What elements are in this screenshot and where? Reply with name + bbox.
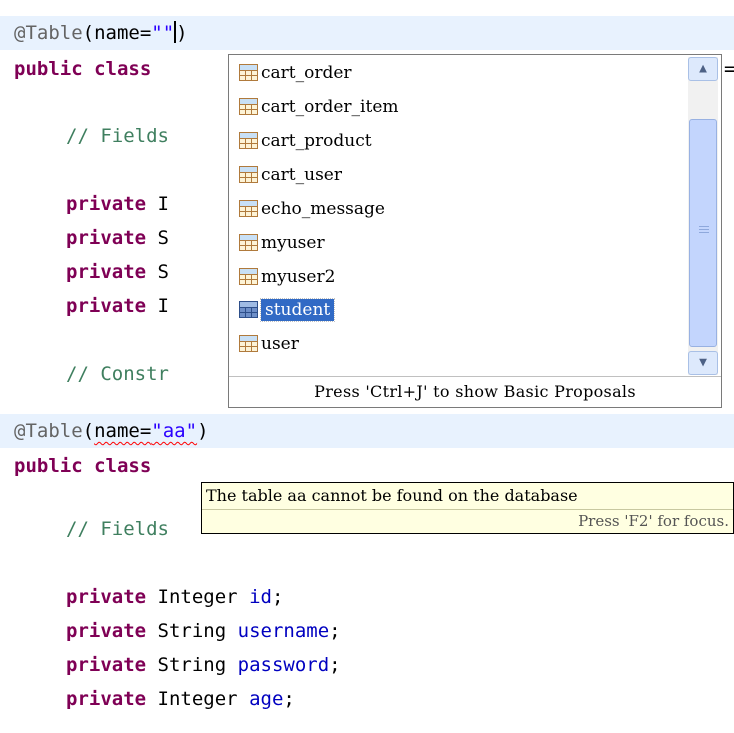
semicolon: ; xyxy=(329,620,341,642)
field-type: String xyxy=(157,620,227,642)
private-keyword: private xyxy=(66,227,147,249)
private-keyword: private xyxy=(66,620,147,642)
proposal-scrollbar[interactable]: ▲ ▼ xyxy=(688,57,718,375)
private-keyword: private xyxy=(66,261,147,283)
table-icon xyxy=(239,98,258,115)
scroll-up-button[interactable]: ▲ xyxy=(688,57,718,81)
annotation-keyword: @Table xyxy=(14,420,83,442)
table-icon xyxy=(239,132,258,149)
proposal-item[interactable]: echo_message xyxy=(239,194,385,224)
code-line-field-username[interactable]: private String username; xyxy=(0,614,734,648)
comment-fields: // Fields xyxy=(66,518,169,540)
proposal-item[interactable]: cart_product xyxy=(239,126,372,156)
code-line-field-id[interactable]: private Integer id; xyxy=(0,580,734,614)
error-tooltip[interactable]: The table aa cannot be found on the data… xyxy=(201,482,734,534)
table-icon xyxy=(239,200,258,217)
field-type: String xyxy=(157,654,227,676)
private-keyword: private xyxy=(66,586,147,608)
proposal-list[interactable]: cart_order cart_order_item cart_product … xyxy=(229,55,684,377)
content-assist-popup[interactable]: cart_order cart_order_item cart_product … xyxy=(228,54,722,408)
annotation-open: (name= xyxy=(82,22,152,44)
editor-panel-bottom[interactable]: @Table(name="aa") public class // Fields… xyxy=(0,412,734,733)
annotation-close: ) xyxy=(176,22,188,44)
proposal-item[interactable]: user xyxy=(239,329,299,359)
comment-constructors: // Constr xyxy=(66,363,169,385)
field-name: id xyxy=(249,586,272,608)
grip-icon xyxy=(699,226,709,234)
code-line-annotation[interactable]: @Table(name="") xyxy=(0,16,734,50)
field-name: password xyxy=(237,654,330,676)
annotation-value: "aa" xyxy=(151,420,198,442)
error-squiggle: name="aa" xyxy=(94,420,197,442)
code-line-field-age[interactable]: private Integer age; xyxy=(0,682,734,716)
code-line-field-password[interactable]: private String password; xyxy=(0,648,734,682)
field-name: username xyxy=(237,620,330,642)
proposal-item[interactable]: myuser2 xyxy=(239,262,335,292)
field-type-partial: I xyxy=(157,295,169,317)
table-icon xyxy=(239,234,258,251)
scroll-thumb[interactable] xyxy=(689,119,717,347)
table-icon xyxy=(239,301,258,318)
clipped-char: = xyxy=(724,58,734,80)
semicolon: ; xyxy=(283,688,295,710)
tooltip-focus-hint: Press 'F2' for focus. xyxy=(202,509,733,533)
class-keyword: public class xyxy=(14,58,152,80)
proposal-item[interactable]: cart_order_item xyxy=(239,92,399,122)
annotation-close: ) xyxy=(197,420,209,442)
proposal-item[interactable]: myuser xyxy=(239,228,325,258)
field-name: age xyxy=(249,688,284,710)
table-icon xyxy=(239,268,258,285)
private-keyword: private xyxy=(66,295,147,317)
table-icon xyxy=(239,166,258,183)
proposal-item[interactable]: cart_order xyxy=(239,58,352,88)
annotation-value: "" xyxy=(151,22,175,44)
comment-fields: // Fields xyxy=(66,125,169,147)
code-line-annotation[interactable]: @Table(name="aa") xyxy=(0,414,734,448)
private-keyword: private xyxy=(66,688,147,710)
chevron-up-icon: ▲ xyxy=(699,61,707,76)
semicolon: ; xyxy=(271,586,284,608)
field-type-partial: S xyxy=(157,227,169,249)
annotation-open: ( xyxy=(82,420,95,442)
table-icon xyxy=(239,335,258,352)
editor-panel-top[interactable]: @Table(name="") public class = // Fields … xyxy=(0,0,734,412)
proposal-item[interactable]: cart_user xyxy=(239,160,342,190)
table-icon xyxy=(239,64,258,81)
proposal-item-selected[interactable]: student xyxy=(239,295,336,325)
field-type: Integer xyxy=(157,586,238,608)
private-keyword: private xyxy=(66,654,147,676)
field-type-partial: I xyxy=(157,193,169,215)
annotation-attr: name= xyxy=(94,420,152,442)
field-type: Integer xyxy=(157,688,238,710)
code-line-class[interactable]: public class xyxy=(0,449,734,483)
scroll-down-button[interactable]: ▼ xyxy=(688,351,718,375)
popup-footer-hint[interactable]: Press 'Ctrl+J' to show Basic Proposals xyxy=(229,376,721,407)
annotation-keyword: @Table xyxy=(14,22,83,44)
field-type-partial: S xyxy=(157,261,169,283)
tooltip-message: The table aa cannot be found on the data… xyxy=(206,486,578,505)
private-keyword: private xyxy=(66,193,147,215)
chevron-down-icon: ▼ xyxy=(699,355,707,370)
semicolon: ; xyxy=(329,654,341,676)
class-keyword: public class xyxy=(14,455,152,477)
